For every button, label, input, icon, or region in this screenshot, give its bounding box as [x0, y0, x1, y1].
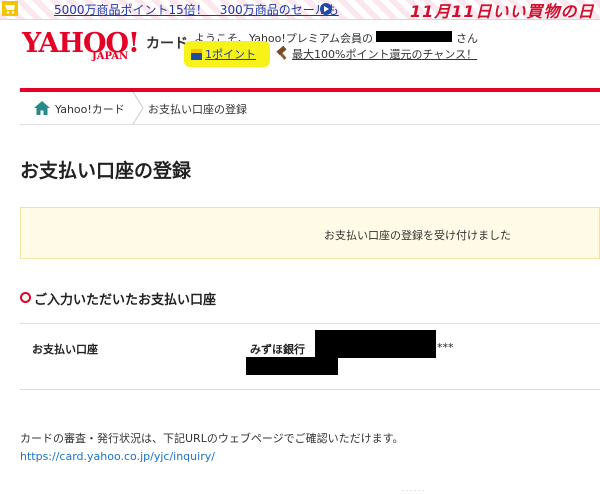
chance-link[interactable]: 最大100%ポイント還元のチャンス！ [276, 46, 477, 62]
logo-card-text: カード [146, 36, 188, 52]
banner-link[interactable]: 5000万商品ポイント15倍！ 300万商品のセールも [54, 1, 339, 18]
tpoint-icon [191, 48, 202, 60]
points-value[interactable]: 1ポイント [205, 46, 256, 62]
breadcrumb: Yahoo!カード お支払い口座の登録 [20, 92, 600, 125]
payment-account-label: お支払い口座 [32, 343, 98, 356]
table-divider-top [20, 323, 600, 324]
table-divider-bottom [20, 389, 600, 390]
cart-icon [2, 1, 18, 16]
chance-text[interactable]: 最大100%ポイント還元のチャンス！ [292, 46, 477, 62]
promo-banner[interactable]: 5000万商品ポイント15倍！ 300万商品のセールも 11月11日いい買物の日 [0, 0, 600, 21]
chevron-right-icon [132, 92, 144, 124]
honorific: さん [456, 32, 478, 45]
breadcrumb-home[interactable]: Yahoo!カード [55, 101, 125, 117]
bank-name: みずほ銀行 [250, 343, 305, 356]
section-heading: ご入力いただいたお支払い口座 [34, 293, 217, 308]
section-marker-icon [20, 292, 31, 303]
notice-text: お支払い口座の登録を受け付けました [324, 229, 511, 242]
page-title: お支払い口座の登録 [20, 160, 192, 182]
logo-japan: JAPAN [92, 51, 129, 62]
success-notice: お支払い口座の登録を受け付けました [20, 207, 600, 259]
hammer-icon [276, 48, 288, 60]
points-link[interactable]: 1ポイント [191, 46, 256, 62]
inquiry-link[interactable]: https://card.yahoo.co.jp/yjc/inquiry/ [20, 450, 215, 463]
redacted-username [376, 31, 452, 42]
play-icon[interactable] [320, 3, 332, 15]
breadcrumb-current: お支払い口座の登録 [148, 103, 247, 116]
home-icon[interactable] [34, 101, 50, 115]
redacted-account-info [315, 330, 436, 358]
sale-title: 11月11日いい買物の日 [410, 2, 595, 21]
account-mask: *** [437, 341, 454, 354]
redacted-account-number [246, 357, 338, 375]
inquiry-info-text: カードの審査・発行状況は、下記URLのウェブページでご確認いただけます。 [20, 432, 404, 445]
